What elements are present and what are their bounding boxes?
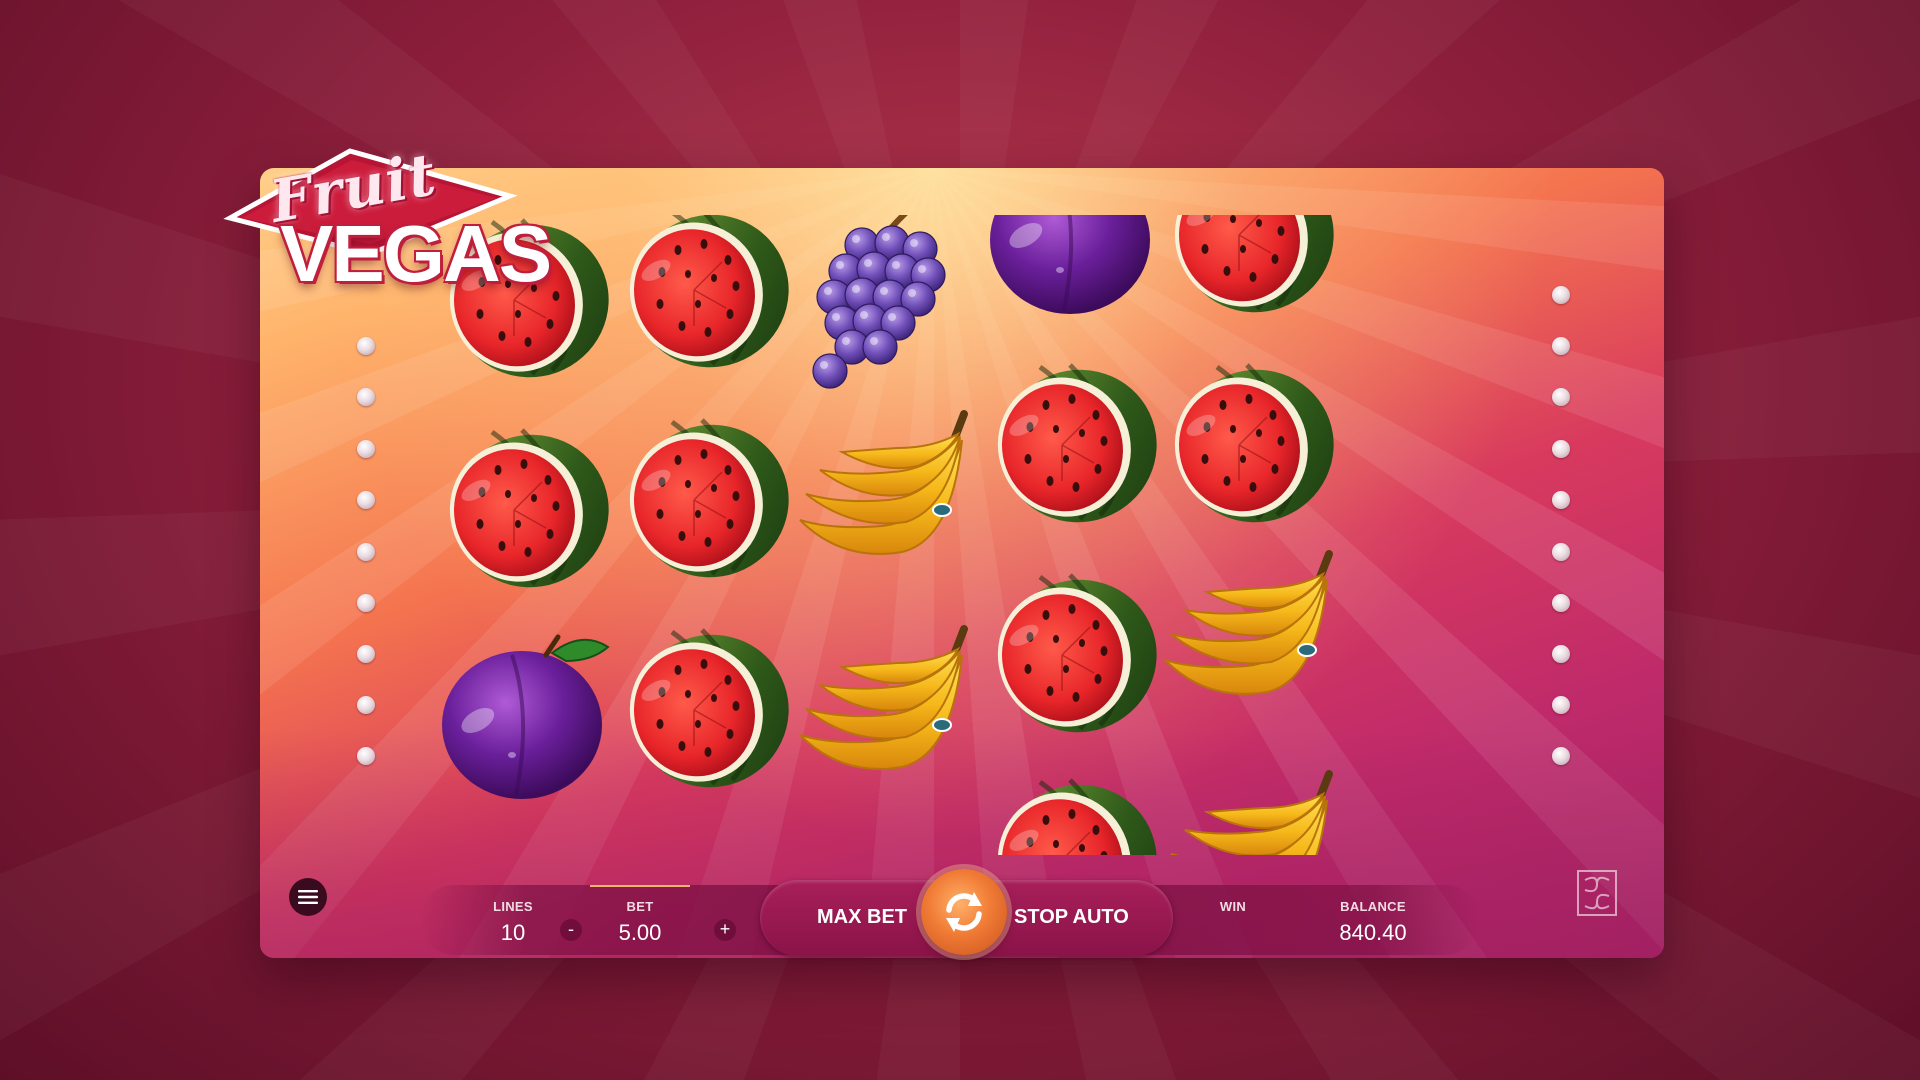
payline-marker[interactable] [1552,491,1570,509]
watermelon-symbol [427,415,617,605]
watermelon-symbol [975,350,1165,540]
payline-marker[interactable] [1552,337,1570,355]
watermelon-icon [997,573,1157,733]
payline-marker[interactable] [357,337,375,355]
banana-symbol [787,400,977,590]
balance-label: BALANCE [1340,899,1406,914]
watermelon-icon [1174,363,1334,523]
payline-marker[interactable] [357,645,375,663]
balance-display: BALANCE 840.40 [1330,899,1416,946]
payline-marker[interactable] [357,491,375,509]
bet-increase-button[interactable]: + [714,919,736,941]
watermelon-icon [997,778,1157,855]
payline-marker[interactable] [357,747,375,765]
max-bet-button[interactable]: MAX BET [817,906,907,929]
plum-icon [442,634,610,799]
grapes-icon [812,215,946,389]
reel-area[interactable] [412,215,1502,855]
watermelon-icon [1174,215,1334,313]
payline-marker[interactable] [357,440,375,458]
grapes-symbol [787,215,977,395]
spin-button[interactable] [921,869,1007,955]
watermelon-icon [629,628,789,788]
payline-marker[interactable] [357,543,375,561]
watermelon-symbol [607,405,797,595]
watermelon-symbol [1152,350,1342,540]
bet-decrease-button[interactable]: - [560,919,582,941]
payline-marker[interactable] [1552,747,1570,765]
game-logo: Fruit VEGAS [220,140,552,306]
watermelon-symbol [607,615,797,805]
lines-label: LINES [493,899,533,914]
balance-value: 840.40 [1339,920,1407,945]
payline-marker[interactable] [1552,440,1570,458]
banana-icon [1164,550,1333,695]
win-display: WIN [1208,899,1258,920]
payline-marker[interactable] [1552,696,1570,714]
watermelon-icon [629,418,789,578]
watermelon-symbol [1152,215,1342,330]
banana-symbol [1152,540,1342,730]
banana-icon [1170,770,1333,855]
payline-marker[interactable] [1552,645,1570,663]
lines-display: LINES 10 [483,899,543,946]
bet-display: BET 5.00 [600,899,680,946]
bet-value: 5.00 [618,920,662,945]
payline-marker[interactable] [357,696,375,714]
watermelon-icon [997,363,1157,523]
plum-symbol [427,625,617,815]
bet-underline [590,885,690,887]
payline-marker[interactable] [1552,594,1570,612]
refresh-arrows-icon [946,892,982,932]
provider-logo-icon [1577,870,1617,916]
payline-marker[interactable] [1552,286,1570,304]
banana-icon [799,625,968,770]
payline-marker[interactable] [1552,543,1570,561]
hamburger-menu-icon [298,890,318,904]
banana-symbol [1152,760,1342,855]
watermelon-icon [629,215,789,368]
lines-value: 10 [500,920,526,945]
stop-auto-button[interactable]: STOP AUTO [1014,906,1129,929]
bet-label: BET [626,899,654,914]
watermelon-symbol [975,765,1165,855]
payline-marker[interactable] [357,594,375,612]
watermelon-icon [449,428,609,588]
watermelon-symbol [975,560,1165,750]
plum-symbol [975,215,1165,330]
plum-icon [990,215,1150,314]
menu-button[interactable] [289,878,327,916]
watermelon-symbol [607,215,797,385]
banana-symbol [787,615,977,805]
payline-marker[interactable] [1552,388,1570,406]
logo-vegas-text: VEGAS [280,209,552,298]
win-label: WIN [1219,899,1247,914]
payline-marker[interactable] [357,388,375,406]
banana-icon [799,410,968,555]
